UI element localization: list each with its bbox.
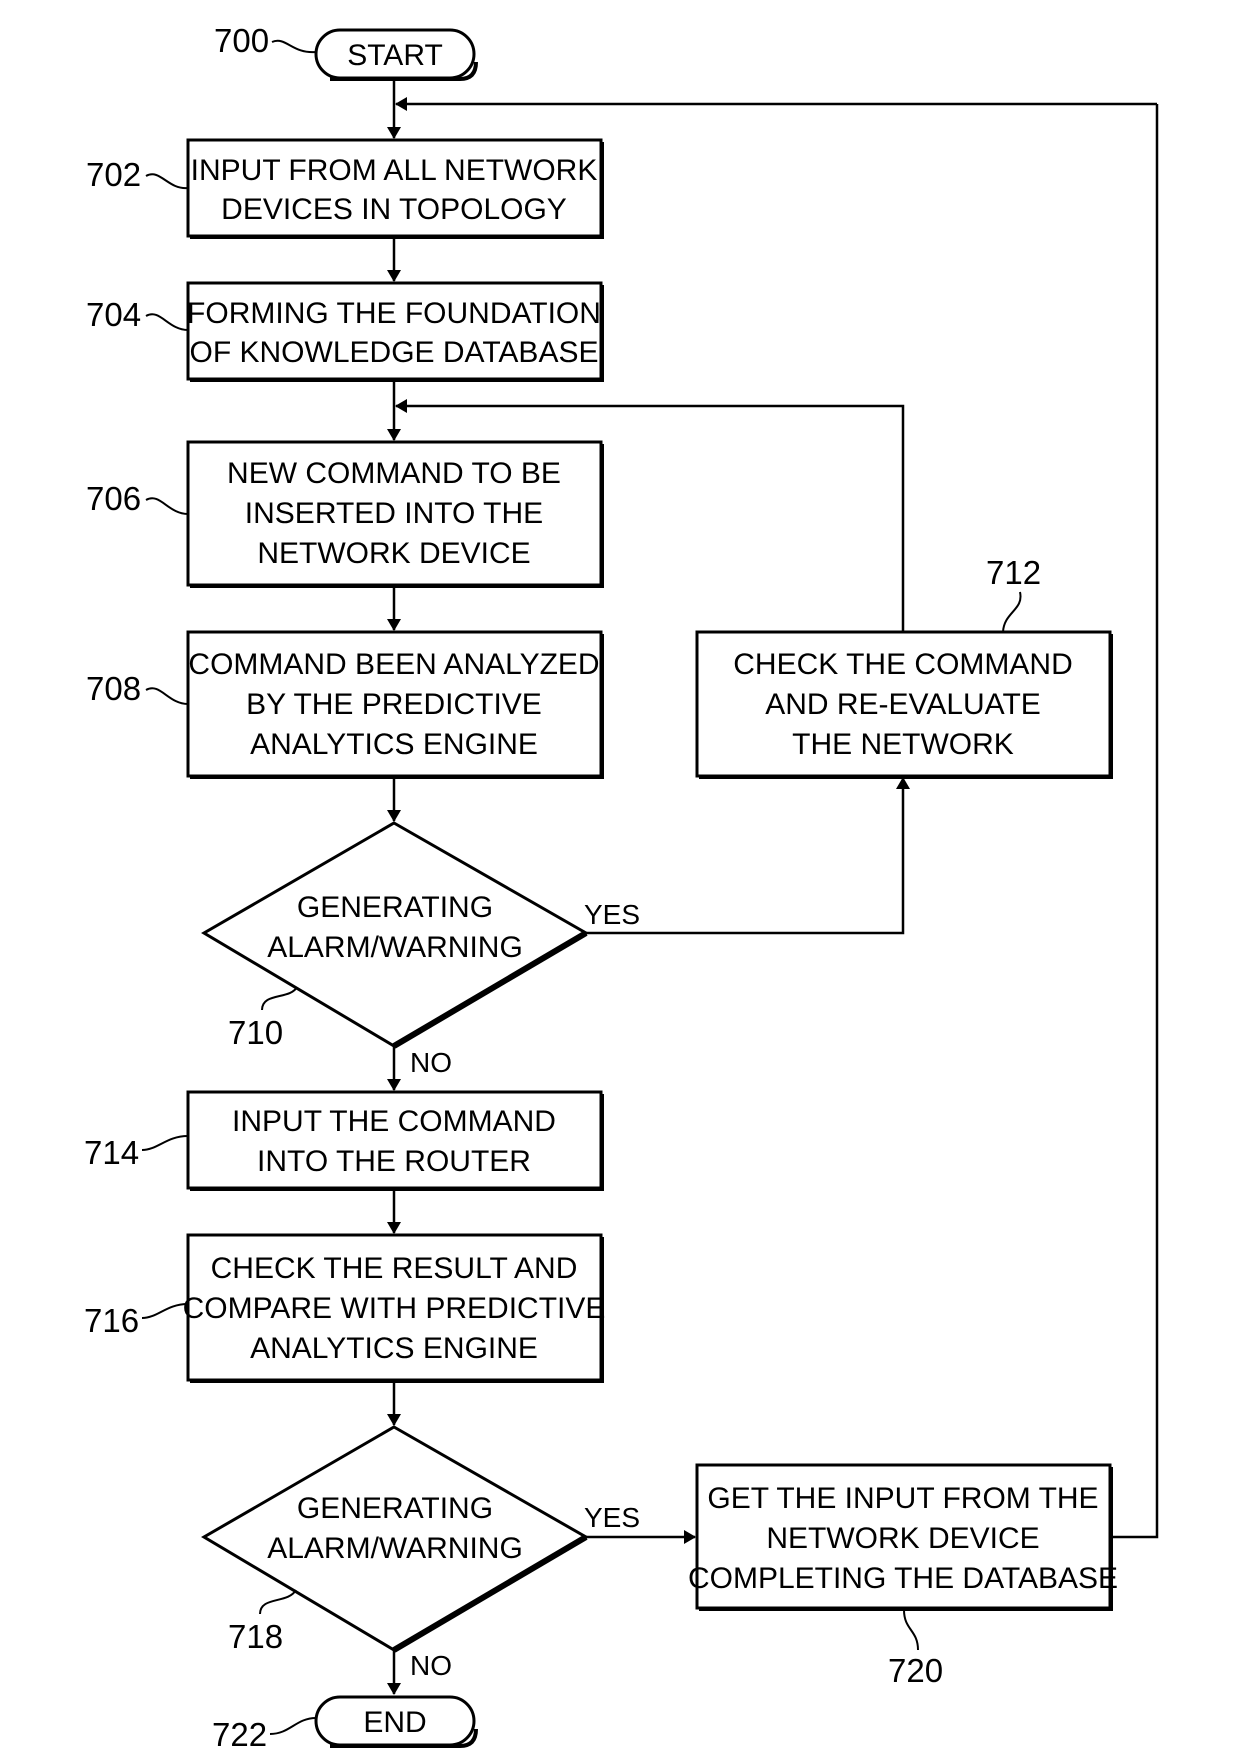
ref-label: 714 [84,1134,139,1171]
yes-label: YES [584,1502,640,1533]
ref-label: 720 [888,1652,943,1689]
leader-line [269,1717,317,1735]
leader-line [141,1303,189,1319]
step-text-line: FORMING THE FOUNDATION [187,297,601,330]
ref-label: 718 [228,1618,283,1655]
ref-702: 702 [86,156,189,193]
leader-line [141,1135,189,1151]
ref-label: 702 [86,156,141,193]
step-text-line: INPUT FROM ALL NETWORK [191,154,598,187]
ref-label: 700 [214,22,269,59]
step-704: FORMING THE FOUNDATION OF KNOWLEDGE DATA… [186,281,604,382]
step-text-line: COMPARE WITH PREDICTIVE [183,1292,606,1325]
flowchart: START 700 INPUT FROM ALL NETWORK DEVICES… [84,22,1159,1753]
step-text-line: THE NETWORK [792,728,1014,761]
step-text-line: OF KNOWLEDGE DATABASE [190,336,599,369]
ref-714: 714 [84,1134,189,1171]
step-text-line: INSERTED INTO THE [245,497,543,530]
leader-line [259,1589,297,1615]
ref-710: 710 [228,986,298,1051]
step-706: NEW COMMAND TO BE INSERTED INTO THE NETW… [186,440,604,588]
ref-label: 710 [228,1014,283,1051]
ref-716: 716 [84,1302,189,1339]
step-716: CHECK THE RESULT AND COMPARE WITH PREDIC… [183,1233,606,1383]
ref-label: 722 [212,1716,267,1753]
leader-line [145,173,189,190]
ref-712: 712 [986,554,1041,633]
step-text-line: GET THE INPUT FROM THE [707,1482,1098,1515]
decision-text-line: GENERATING [297,891,493,924]
ref-708: 708 [86,670,189,707]
leader-line [271,39,317,54]
end-label: END [363,1706,426,1739]
yes-label: YES [584,899,640,930]
step-text-line: DEVICES IN TOPOLOGY [221,193,567,226]
step-text-line: COMPLETING THE DATABASE [688,1562,1118,1595]
leader-line [1002,591,1022,633]
step-text-line: ANALYTICS ENGINE [250,728,538,761]
step-712: CHECK THE COMMAND AND RE-EVALUATE THE NE… [695,630,1113,779]
ref-label: 716 [84,1302,139,1339]
decision-718: GENERATING ALARM/WARNING [201,1425,589,1653]
ref-label: 706 [86,480,141,517]
start-label: START [347,39,443,72]
step-text-line: INPUT THE COMMAND [232,1105,556,1138]
leader-line [145,687,189,705]
step-text-line: ANALYTICS ENGINE [250,1332,538,1365]
no-label: NO [410,1047,452,1078]
decision-text-line: GENERATING [297,1492,493,1525]
leader-line [145,497,189,515]
ref-706: 706 [86,480,189,517]
leader-line [145,313,189,331]
step-text-line: NETWORK DEVICE [766,1522,1039,1555]
ref-label: 712 [986,554,1041,591]
ref-722: 722 [212,1716,317,1753]
ref-720: 720 [888,1609,943,1689]
ref-700: 700 [214,22,317,59]
step-text-line: CHECK THE COMMAND [733,648,1072,681]
ref-718: 718 [228,1589,297,1655]
step-text-line: COMMAND BEEN ANALYZED [188,648,599,681]
step-702: INPUT FROM ALL NETWORK DEVICES IN TOPOLO… [186,138,604,239]
no-label: NO [410,1650,452,1681]
end-terminal: END [314,1695,478,1748]
step-text-line: NEW COMMAND TO BE [227,457,561,490]
step-text-line: AND RE-EVALUATE [765,688,1041,721]
leader-line [261,986,298,1011]
ref-label: 708 [86,670,141,707]
decision-text-line: ALARM/WARNING [267,1532,523,1565]
step-text-line: BY THE PREDICTIVE [246,688,542,721]
decision-text-line: ALARM/WARNING [267,931,523,964]
decision-710: GENERATING ALARM/WARNING [201,821,589,1049]
step-text-line: NETWORK DEVICE [257,537,530,570]
step-720: GET THE INPUT FROM THE NETWORK DEVICE CO… [688,1463,1118,1611]
start-terminal: START [314,28,478,81]
edge-720-loop [1110,104,1159,1539]
leader-line [903,1609,919,1651]
step-text-line: CHECK THE RESULT AND [211,1252,578,1285]
step-714: INPUT THE COMMAND INTO THE ROUTER [186,1090,604,1191]
step-text-line: INTO THE ROUTER [257,1145,531,1178]
ref-label: 704 [86,296,141,333]
step-708: COMMAND BEEN ANALYZED BY THE PREDICTIVE … [186,630,604,779]
ref-704: 704 [86,296,189,333]
